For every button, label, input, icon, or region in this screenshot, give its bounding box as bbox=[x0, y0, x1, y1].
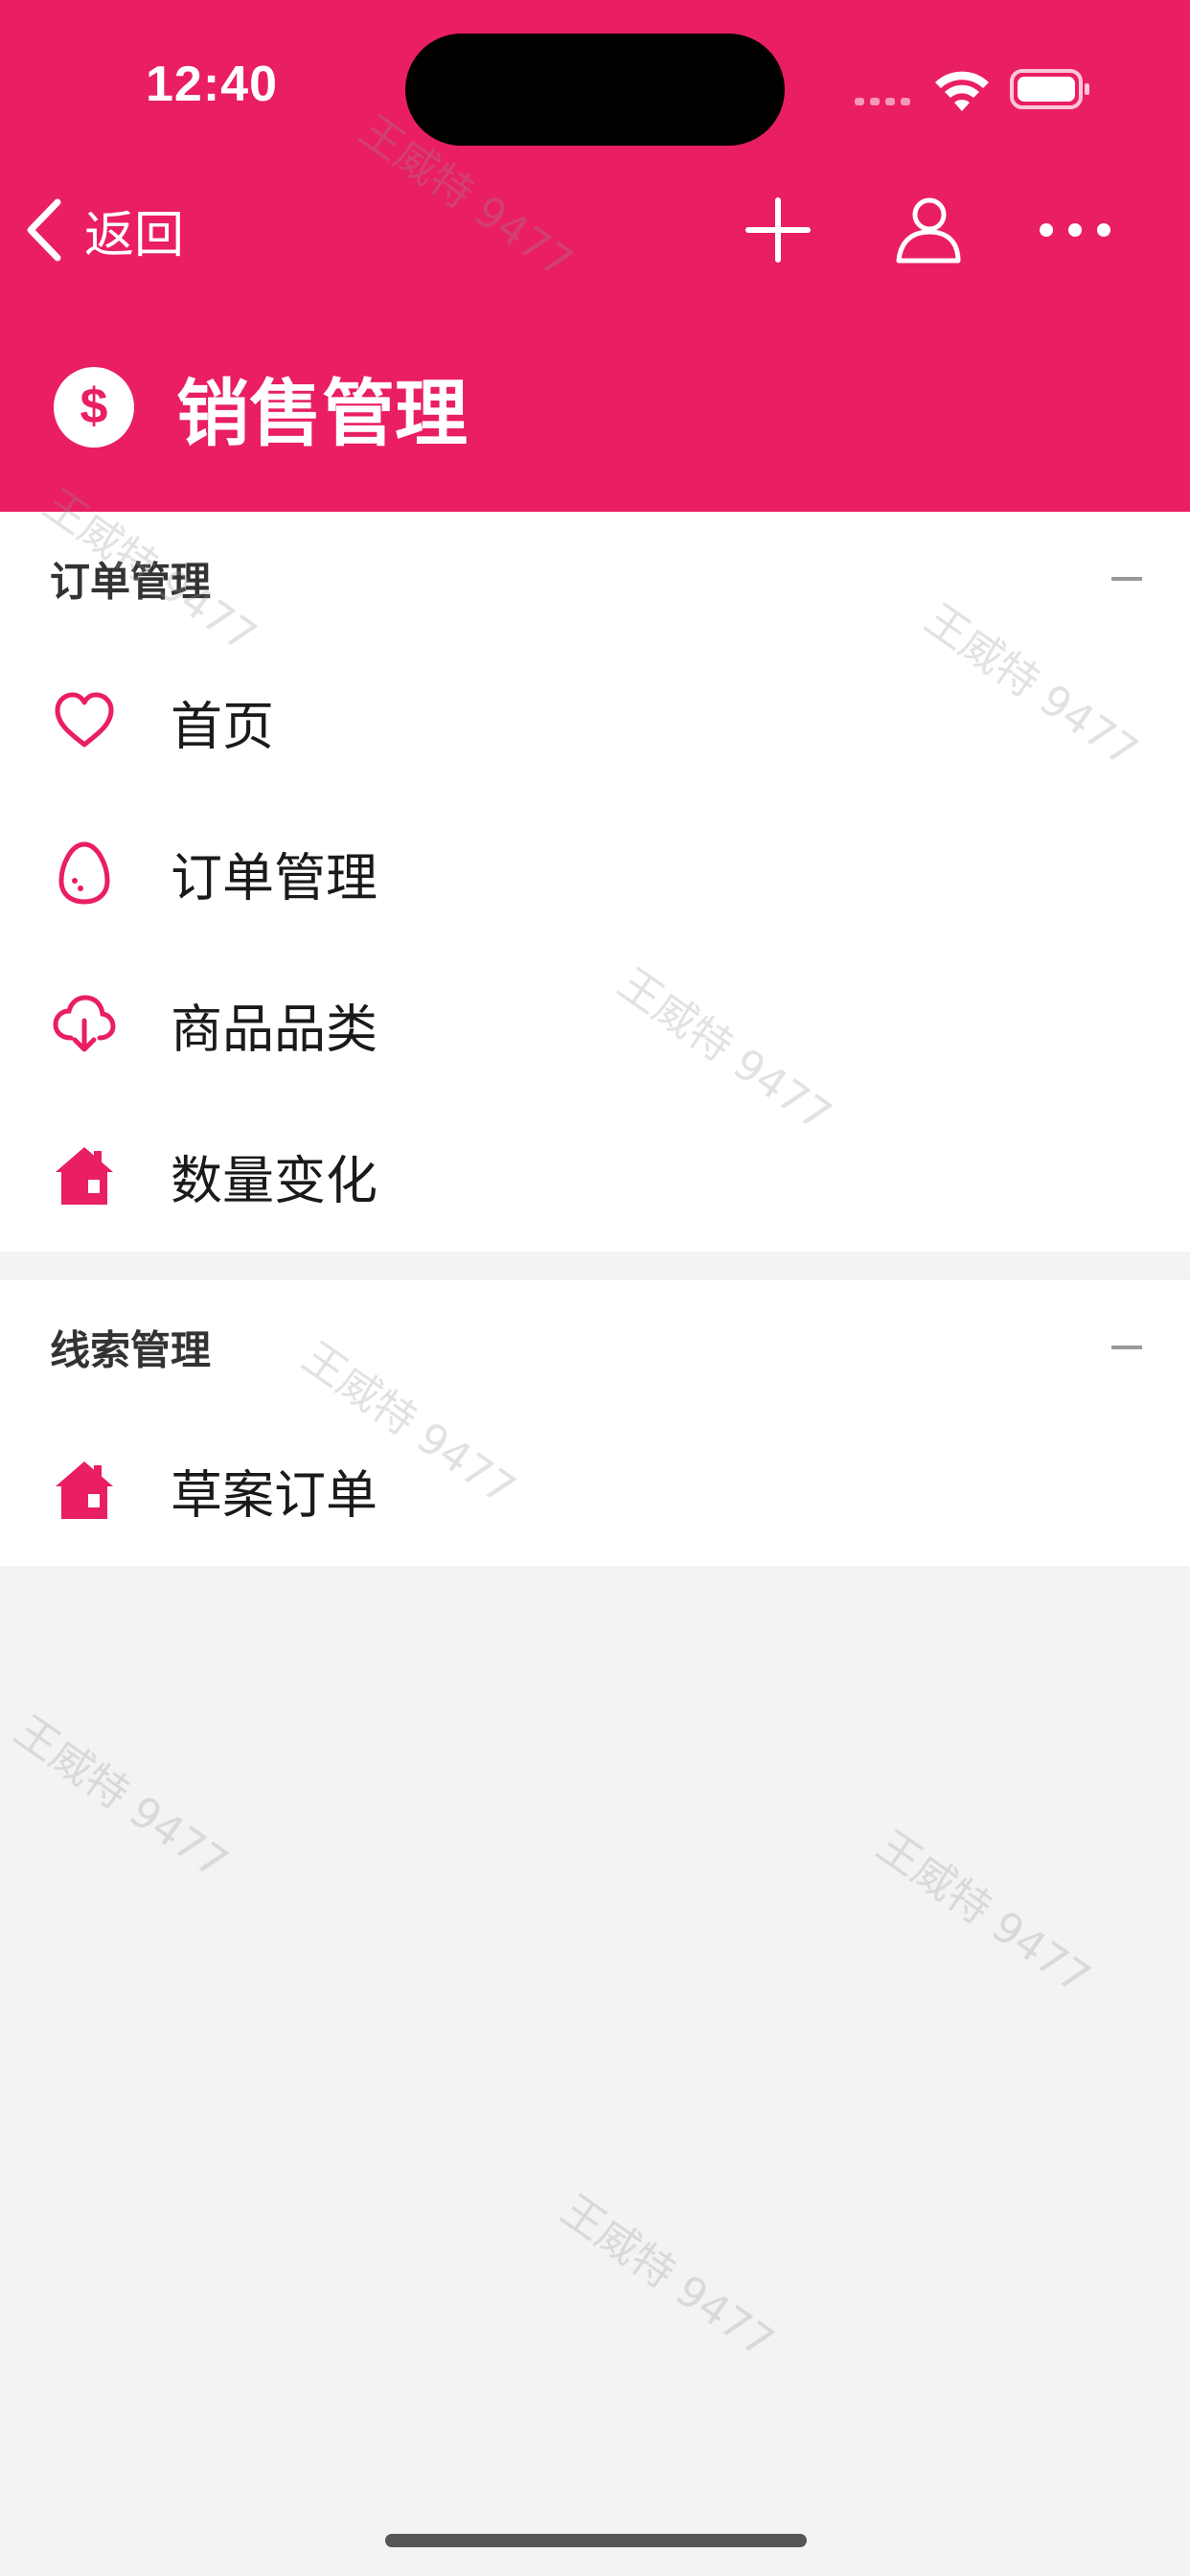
status-time: 12:40 bbox=[146, 57, 278, 112]
section-lead-management: 线索管理 草案订单 bbox=[0, 1280, 1190, 1566]
add-button[interactable] bbox=[740, 192, 816, 268]
more-button[interactable] bbox=[1037, 192, 1113, 268]
signal-icon bbox=[855, 98, 910, 105]
home-icon bbox=[56, 1461, 113, 1519]
menu-item-label: 数量变化 bbox=[171, 1150, 378, 1211]
section-header[interactable]: 线索管理 bbox=[0, 1280, 1190, 1414]
menu-item-label: 订单管理 bbox=[171, 847, 378, 908]
menu-item-label: 商品品类 bbox=[171, 999, 378, 1060]
menu-item-product-category[interactable]: 商品品类 bbox=[0, 949, 1190, 1100]
menu-item-quantity-change[interactable]: 数量变化 bbox=[0, 1100, 1190, 1252]
egg-icon bbox=[58, 841, 110, 905]
section-header[interactable]: 订单管理 bbox=[0, 512, 1190, 646]
status-icons bbox=[853, 63, 1092, 125]
collapse-icon[interactable] bbox=[1111, 1346, 1142, 1349]
app-header: 12:40 返回 $ 销售管理 bbox=[0, 0, 1190, 512]
page-title: 销售管理 bbox=[176, 371, 468, 456]
home-indicator[interactable] bbox=[385, 2534, 807, 2547]
svg-text:$: $ bbox=[80, 379, 108, 434]
dynamic-island bbox=[405, 34, 785, 146]
section-title: 订单管理 bbox=[50, 558, 212, 606]
user-icon bbox=[896, 197, 961, 264]
battery-icon bbox=[1010, 69, 1089, 109]
menu-item-label: 首页 bbox=[171, 696, 274, 757]
heart-icon bbox=[55, 692, 114, 748]
watermark: 王威特 9477 bbox=[552, 2185, 783, 2368]
plus-icon bbox=[745, 197, 811, 263]
back-button[interactable]: 返回 bbox=[23, 187, 184, 273]
collapse-icon[interactable] bbox=[1111, 577, 1142, 581]
home-icon bbox=[56, 1147, 113, 1205]
cloud-download-icon bbox=[53, 995, 116, 1052]
section-title: 线索管理 bbox=[50, 1326, 212, 1374]
menu-item-draft-orders[interactable]: 草案订单 bbox=[0, 1414, 1190, 1566]
watermark: 王威特 9477 bbox=[6, 1706, 237, 1889]
page-title-row: $ 销售管理 bbox=[54, 355, 468, 460]
dollar-icon: $ bbox=[54, 367, 134, 448]
menu-item-order-management[interactable]: 订单管理 bbox=[0, 797, 1190, 949]
menu-item-label: 草案订单 bbox=[171, 1464, 378, 1526]
section-order-management: 订单管理 首页 订单管理 商品品类 数量变化 bbox=[0, 512, 1190, 1252]
back-label: 返回 bbox=[84, 206, 185, 264]
menu-item-home[interactable]: 首页 bbox=[0, 646, 1190, 797]
more-icon bbox=[1040, 223, 1110, 237]
chevron-left-icon bbox=[27, 198, 61, 262]
wifi-icon bbox=[935, 71, 989, 111]
contacts-button[interactable] bbox=[889, 192, 966, 268]
watermark: 王威特 9477 bbox=[868, 1821, 1099, 2004]
